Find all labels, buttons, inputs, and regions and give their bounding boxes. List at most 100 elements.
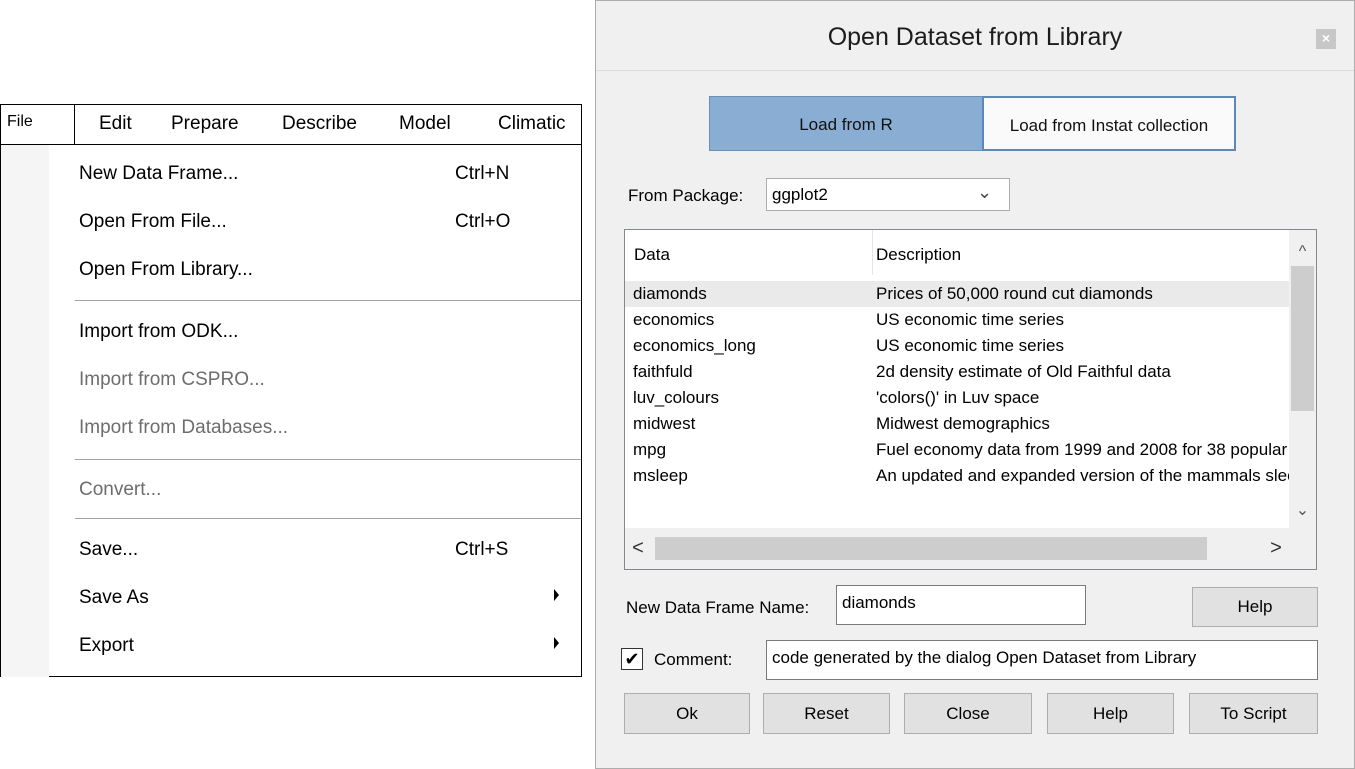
submenu-arrow-icon (554, 589, 559, 601)
submenu-arrow-icon (554, 637, 559, 649)
dialog-title: Open Dataset from Library (827, 23, 1123, 51)
menu-item-new-data-frame[interactable]: New Data Frame... Ctrl+N (49, 155, 581, 193)
list-item-name: economics (633, 310, 715, 329)
horizontal-scroll-thumb[interactable] (655, 537, 1207, 560)
new-name-value: diamonds (842, 593, 916, 612)
list-item-name: mpg (633, 440, 667, 459)
comment-checkbox[interactable]: ✔ (621, 648, 643, 670)
horizontal-scrollbar[interactable]: < > (625, 528, 1289, 569)
menu-item-label: Convert... (79, 479, 162, 500)
check-icon: ✔ (624, 649, 640, 669)
list-item[interactable]: economics_long US economic time series (625, 333, 1289, 359)
menu-item-label: Import from CSPRO... (79, 369, 265, 390)
list-item[interactable]: diamonds Prices of 50,000 round cut diam… (625, 281, 1289, 307)
menu-gutter (1, 145, 49, 677)
vertical-scrollbar[interactable]: ^ ⌄ (1289, 230, 1316, 528)
list-item[interactable]: luv_colours 'colors()' in Luv space (625, 385, 1289, 411)
list-item[interactable]: midwest Midwest demographics (625, 411, 1289, 437)
scrollbar-corner (1289, 528, 1316, 569)
column-header-description[interactable]: Description (874, 230, 1289, 275)
list-header: Data Description (625, 230, 1289, 275)
menu-climatic[interactable]: Climatic (498, 113, 566, 135)
scroll-right-icon[interactable]: > (1263, 528, 1289, 569)
menu-item-label: Import from ODK... (79, 321, 239, 342)
help-button[interactable]: Help (1047, 693, 1174, 734)
comment-label: Comment: (654, 650, 733, 669)
list-item-description: An updated and expanded version of the m… (876, 466, 1289, 485)
list-item-description: 2d density estimate of Old Faithful data (876, 362, 1171, 381)
toggle-load-from-instat[interactable]: Load from Instat collection (982, 96, 1236, 151)
list-item-description: Prices of 50,000 round cut diamonds (876, 284, 1153, 303)
list-item-name: midwest (633, 414, 696, 433)
menu-item-import-odk[interactable]: Import from ODK... (49, 313, 581, 351)
list-item-name: economics_long (633, 336, 756, 355)
menu-item-label: Save... (79, 539, 139, 560)
to-script-button-label: To Script (1220, 704, 1287, 723)
menu-item-open-from-file[interactable]: Open From File... Ctrl+O (49, 203, 581, 241)
menu-item-label: Export (79, 635, 134, 656)
menu-file-label: File (7, 113, 33, 130)
comment-input[interactable]: code generated by the dialog Open Datase… (766, 640, 1318, 680)
open-dataset-dialog: Open Dataset from Library × Load from R … (595, 0, 1355, 769)
new-name-label: New Data Frame Name: (626, 598, 810, 617)
list-item[interactable]: msleep An updated and expanded version o… (625, 463, 1289, 489)
list-item-name: diamonds (633, 284, 707, 303)
toggle-load-from-r[interactable]: Load from R (709, 96, 983, 151)
menu-item-label: New Data Frame... (79, 163, 239, 184)
menubar-border (75, 144, 581, 145)
menu-item-save[interactable]: Save... Ctrl+S (49, 531, 581, 569)
ok-button-label: Ok (676, 704, 698, 723)
vertical-scroll-thumb[interactable] (1291, 266, 1314, 411)
menu-separator (75, 300, 581, 301)
scroll-left-icon[interactable]: < (625, 528, 651, 569)
package-label: From Package: (628, 186, 744, 205)
list-item-name: faithfuld (633, 362, 693, 381)
menu-prepare[interactable]: Prepare (171, 113, 239, 135)
menu-item-save-as[interactable]: Save As (49, 579, 581, 617)
menu-item-shortcut: Ctrl+O (455, 211, 511, 232)
menu-separator (75, 518, 581, 519)
package-select-value: ggplot2 (772, 185, 828, 204)
menu-file[interactable]: File (1, 105, 75, 145)
list-item-description: US economic time series (876, 310, 1065, 329)
menu-item-label: Open From Library... (79, 259, 253, 280)
menu-item-import-cspro: Import from CSPRO... (49, 361, 581, 399)
menu-item-shortcut: Ctrl+S (455, 539, 509, 560)
help-button-top[interactable]: Help (1192, 587, 1318, 627)
close-button[interactable]: Close (904, 693, 1032, 734)
menu-item-open-from-library[interactable]: Open From Library... (49, 251, 581, 289)
column-header-data[interactable]: Data (625, 230, 873, 275)
to-script-button[interactable]: To Script (1189, 693, 1318, 734)
new-name-input[interactable]: diamonds (836, 585, 1086, 625)
menu-item-label: Import from Databases... (79, 417, 289, 438)
reset-button-label: Reset (804, 704, 849, 723)
ok-button[interactable]: Ok (624, 693, 750, 734)
file-menu-panel: File Edit Prepare Describe Model Climati… (0, 104, 582, 677)
list-item-description: Fuel economy data from 1999 and 2008 for… (876, 440, 1289, 459)
menu-model[interactable]: Model (399, 113, 451, 135)
list-item[interactable]: faithfuld 2d density estimate of Old Fai… (625, 359, 1289, 385)
list-item-name: msleep (633, 466, 688, 485)
list-item[interactable]: mpg Fuel economy data from 1999 and 2008… (625, 437, 1289, 463)
list-item-name: luv_colours (633, 388, 719, 407)
menu-describe[interactable]: Describe (282, 113, 357, 135)
dialog-titlebar: Open Dataset from Library × (596, 1, 1354, 71)
scroll-down-icon[interactable]: ⌄ (1289, 496, 1316, 526)
dataset-list[interactable]: Data Description diamonds Prices of 50,0… (624, 229, 1317, 570)
menu-edit[interactable]: Edit (99, 113, 132, 135)
menu-file-border (74, 105, 75, 145)
close-button-label: Close (946, 704, 990, 723)
package-select[interactable]: ggplot2 ⌄ (766, 178, 1010, 211)
menubar: File Edit Prepare Describe Model Climati… (1, 105, 581, 145)
close-icon[interactable]: × (1316, 29, 1336, 49)
help-button-label: Help (1093, 704, 1128, 723)
comment-value: code generated by the dialog Open Datase… (772, 648, 1197, 667)
list-rows: diamonds Prices of 50,000 round cut diam… (625, 281, 1289, 529)
menu-item-import-databases: Import from Databases... (49, 409, 581, 447)
menu-item-shortcut: Ctrl+N (455, 163, 510, 184)
list-item-description: 'colors()' in Luv space (876, 388, 1040, 407)
list-item-description: Midwest demographics (876, 414, 1050, 433)
menu-item-export[interactable]: Export (49, 627, 581, 665)
list-item[interactable]: economics US economic time series (625, 307, 1289, 333)
reset-button[interactable]: Reset (763, 693, 890, 734)
